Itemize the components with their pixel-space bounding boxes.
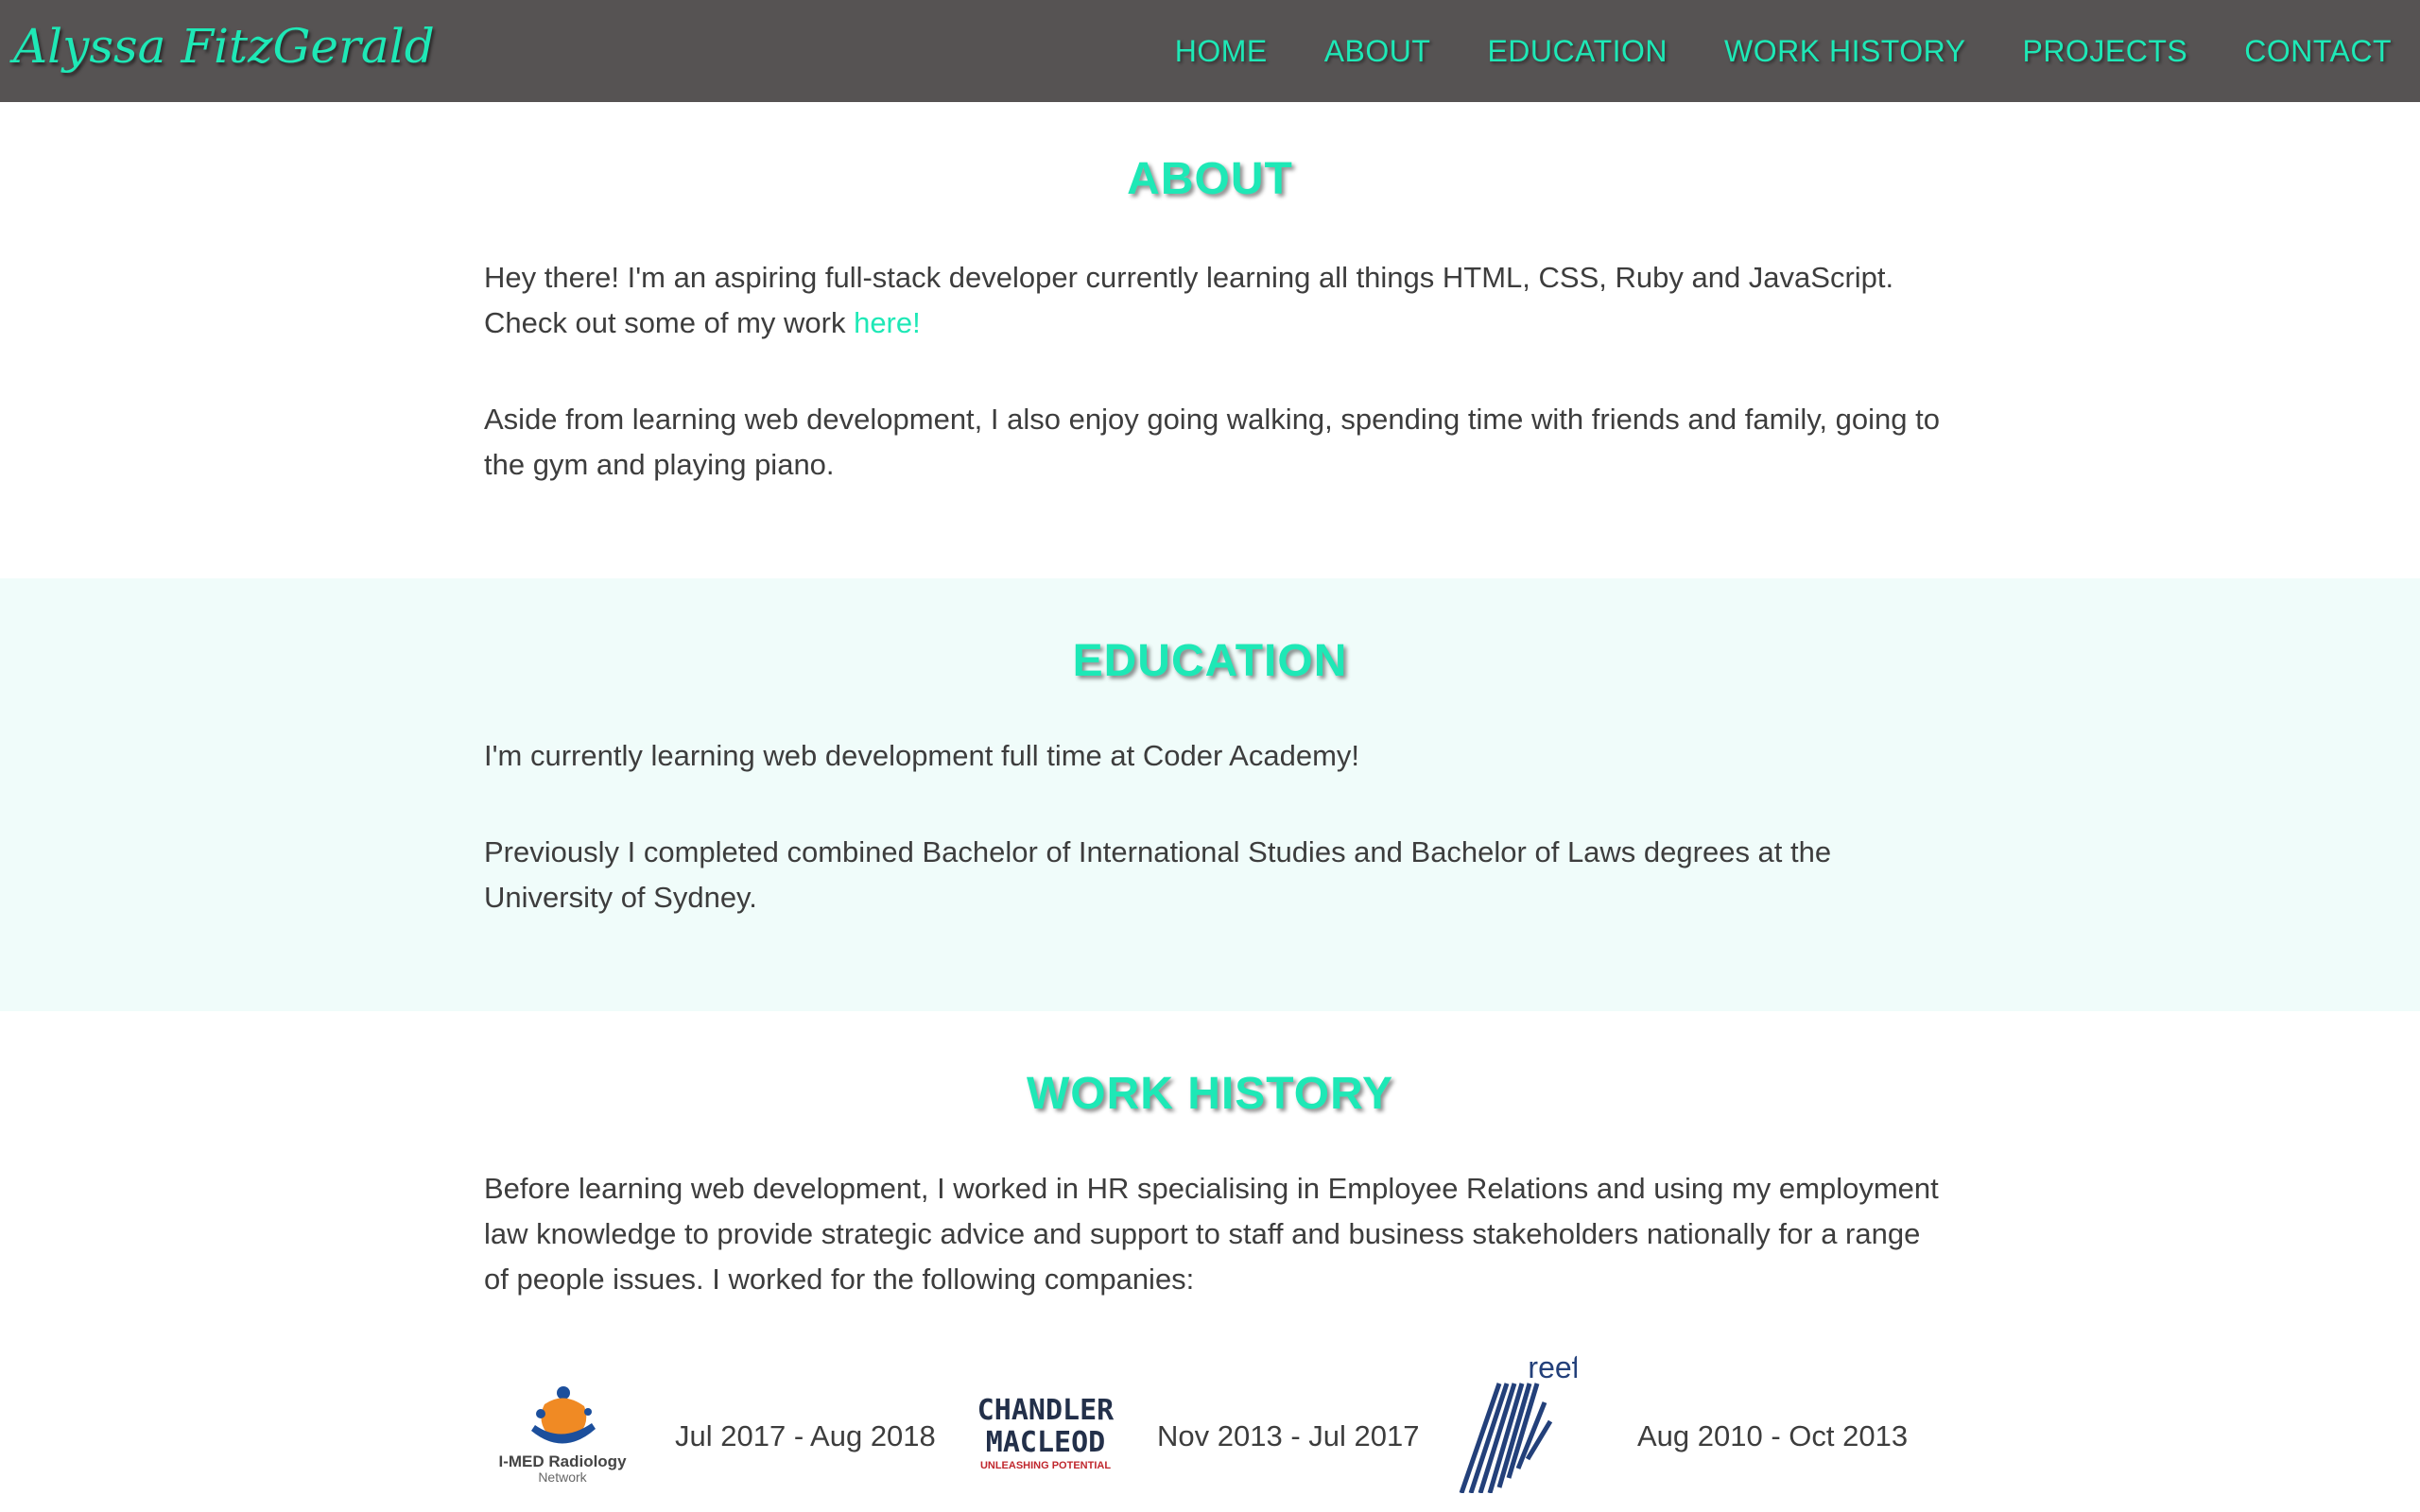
reef-logo-text: reef: [1528, 1350, 1577, 1384]
imed-logo-subtext: Network: [538, 1469, 587, 1485]
projects-link[interactable]: here!: [854, 306, 921, 339]
education-title: EDUCATION: [1072, 636, 1348, 686]
about-title: ABOUT: [1127, 154, 1293, 204]
imed-logo-graphic: I-MED Radiology Network: [498, 1386, 627, 1485]
nav-links: HOME ABOUT EDUCATION WORK HISTORY PROJEC…: [1118, 0, 2420, 102]
reef-logo-graphic: reef: [1459, 1350, 1581, 1494]
chandler-macleod-logo: CHANDLER MACLEOD UNLEASHING POTENTIAL: [970, 1389, 1121, 1474]
company-list: I-MED Radiology Network Jul 2017 - Aug 2…: [484, 1350, 1940, 1494]
nav-work-history[interactable]: WORK HISTORY: [1724, 34, 1966, 69]
reef-dates: Aug 2010 - Oct 2013: [1637, 1419, 1909, 1452]
brand-logo[interactable]: Alyssa FitzGerald: [13, 19, 435, 74]
imed-dates: Jul 2017 - Aug 2018: [675, 1419, 936, 1452]
chandler-macleod-logo-graphic: CHANDLER MACLEOD UNLEASHING POTENTIAL: [977, 1394, 1115, 1471]
imed-logo-text: I-MED Radiology: [498, 1452, 627, 1470]
nav-projects[interactable]: PROJECTS: [2023, 34, 2188, 69]
nav-home[interactable]: HOME: [1175, 34, 1268, 69]
chandler-logo-tagline: UNLEASHING POTENTIAL: [980, 1460, 1111, 1471]
imed-logo: I-MED Radiology Network: [497, 1383, 628, 1487]
reef-logo: reef: [1444, 1346, 1581, 1494]
about-section: ABOUT Hey there! I'm an aspiring full-st…: [0, 102, 2420, 578]
education-section: EDUCATION I'm currently learning web dev…: [0, 578, 2420, 1011]
macleod-logo-text: MACLEOD: [986, 1426, 1105, 1459]
work-history-intro: Before learning web development, I worke…: [484, 1172, 1939, 1296]
about-paragraph-2: Aside from learning web development, I a…: [484, 403, 1940, 481]
nav-about[interactable]: ABOUT: [1324, 34, 1431, 69]
work-history-title: WORK HISTORY: [1026, 1069, 1393, 1119]
education-paragraph-1: I'm currently learning web development f…: [484, 739, 1360, 772]
nav-contact[interactable]: CONTACT: [2244, 34, 2392, 69]
chandler-logo-text: CHANDLER: [977, 1394, 1115, 1427]
chandler-macleod-dates: Nov 2013 - Jul 2017: [1157, 1419, 1420, 1452]
navbar: Alyssa FitzGerald HOME ABOUT EDUCATION W…: [0, 0, 2420, 102]
nav-education[interactable]: EDUCATION: [1487, 34, 1668, 69]
about-paragraph-1-text: Hey there! I'm an aspiring full-stack de…: [484, 261, 1894, 339]
work-history-section: WORK HISTORY Before learning web develop…: [0, 1011, 2420, 1512]
education-paragraph-2: Previously I completed combined Bachelor…: [484, 835, 1832, 914]
about-paragraph-1: Hey there! I'm an aspiring full-stack de…: [484, 255, 1940, 346]
